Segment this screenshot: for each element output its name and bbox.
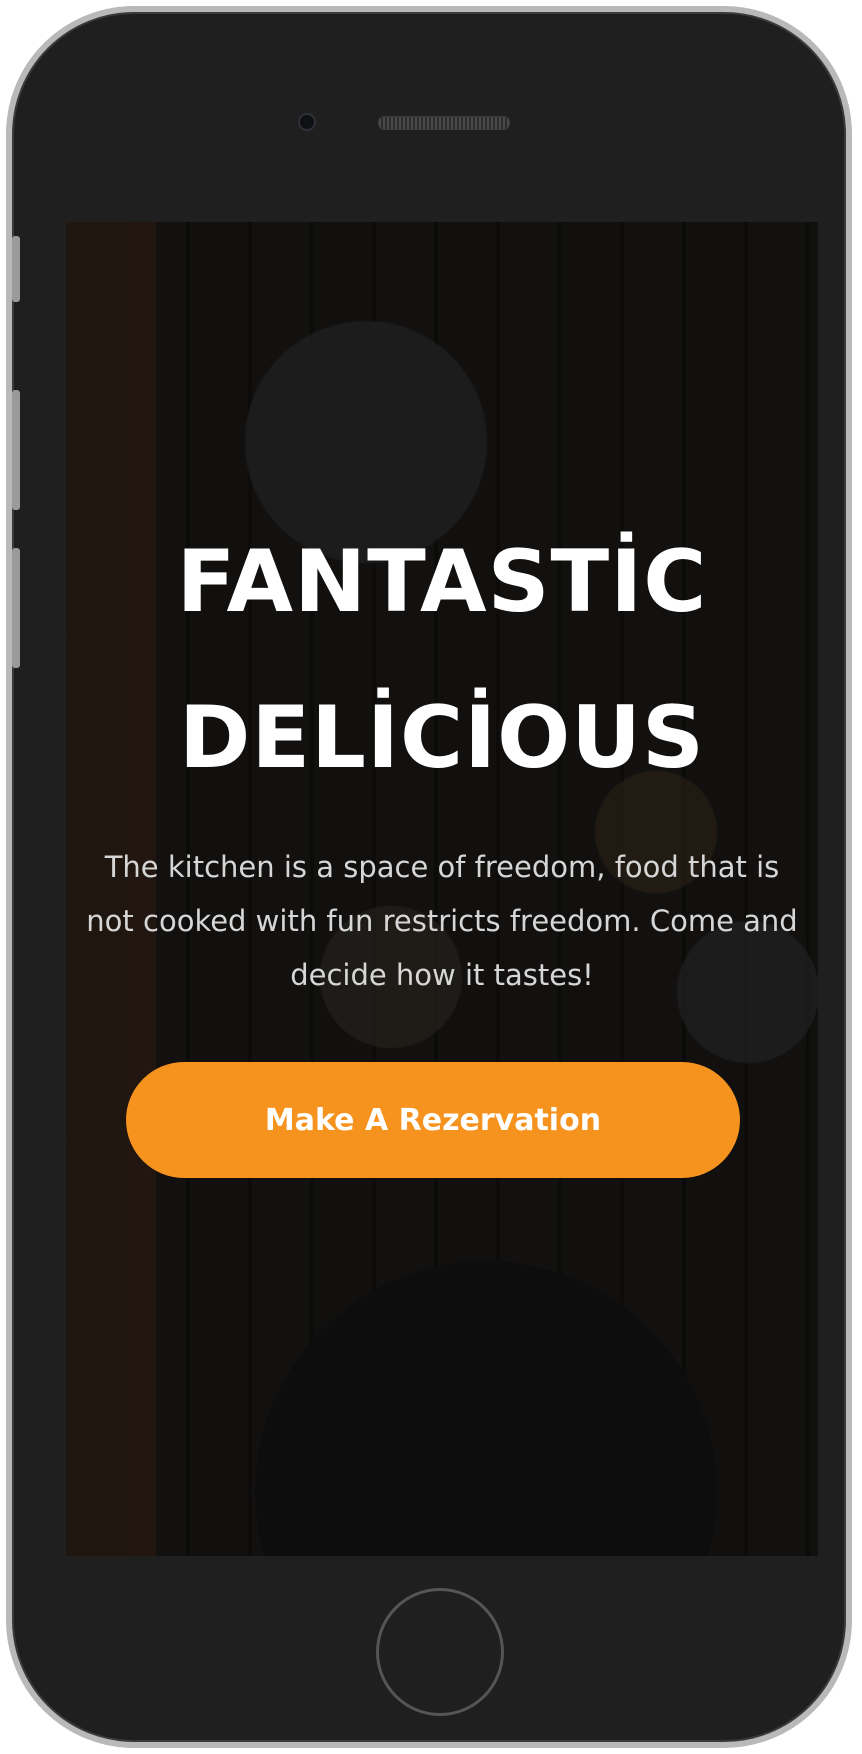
earpiece-speaker (378, 116, 510, 130)
make-reservation-button[interactable]: Make A Rezervation (126, 1062, 740, 1178)
front-camera-icon (298, 113, 316, 131)
hero-description: The kitchen is a space of freedom, food … (86, 850, 798, 992)
hero-section: FANTASTİC DELİCİOUS The kitchen is a spa… (66, 222, 818, 1556)
silent-switch (12, 236, 20, 302)
volume-down-button (12, 548, 20, 668)
volume-up-button (12, 390, 20, 510)
hero-background-image: FANTASTİC DELİCİOUS The kitchen is a spa… (66, 222, 818, 1556)
hero-title: FANTASTİC DELİCİOUS (66, 504, 818, 816)
hero-title-line-2: DELİCİOUS (179, 688, 705, 788)
phone-device-frame: FANTASTİC DELİCİOUS The kitchen is a spa… (6, 6, 852, 1748)
home-button[interactable] (376, 1588, 504, 1716)
hero-title-line-1: FANTASTİC (176, 532, 708, 632)
